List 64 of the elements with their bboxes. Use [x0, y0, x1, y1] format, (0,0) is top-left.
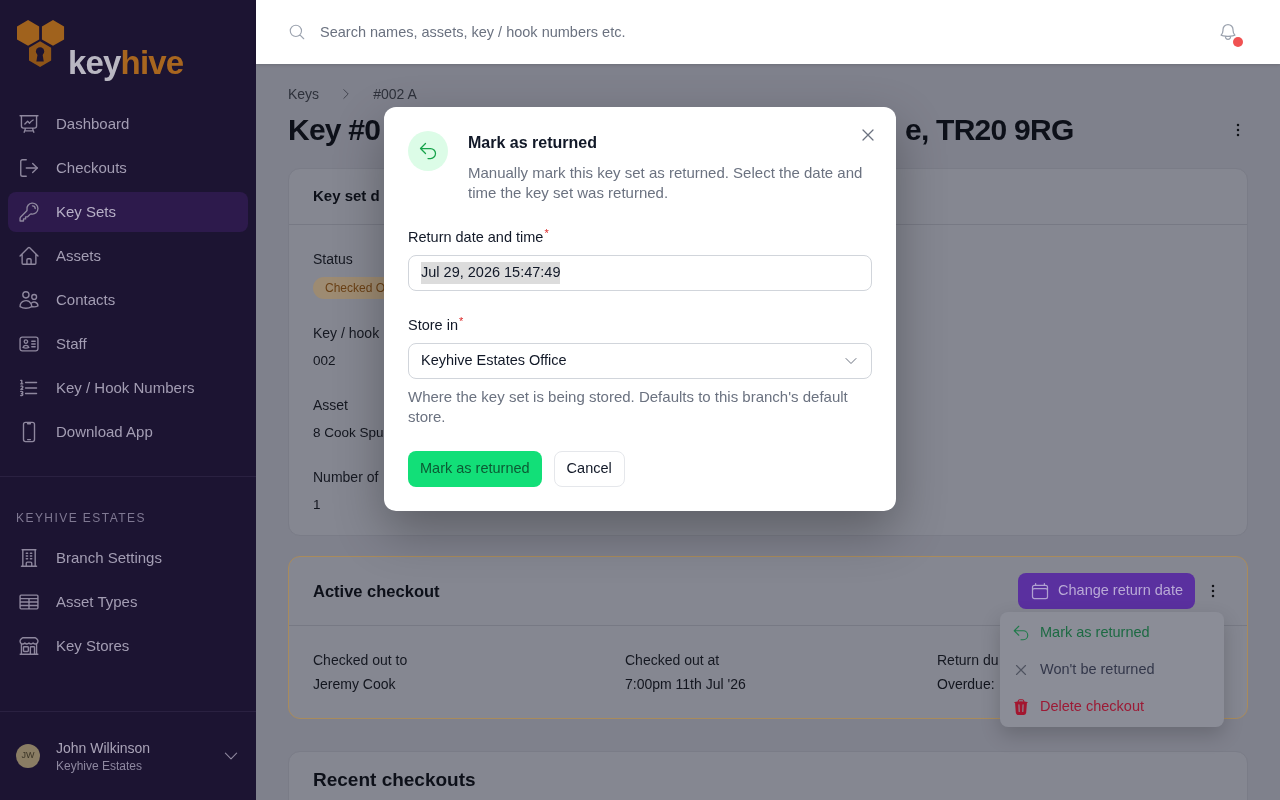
- field-value: 002: [313, 352, 336, 370]
- required-mark: *: [459, 315, 464, 327]
- user-organisation: Keyhive Estates: [56, 758, 144, 774]
- calendar-icon: [1030, 581, 1051, 601]
- key-icon: [18, 201, 40, 223]
- field-value: 7:00pm 11th Jul '26: [625, 675, 746, 694]
- nav-item[interactable]: Key Sets: [8, 192, 248, 232]
- field-label: Store in: [408, 316, 458, 335]
- building-icon: [18, 547, 40, 569]
- field-value: Jeremy Cook: [313, 675, 396, 694]
- confirm-button[interactable]: Mark as returned: [408, 451, 542, 487]
- modal-description: Manually mark this key set as returned. Select the date and time the key set was returned.: [468, 163, 864, 203]
- numbered-list-icon: [18, 377, 40, 399]
- field-value: 1: [313, 496, 321, 514]
- field-label: Number of: [313, 468, 379, 487]
- card-title: Active checkout: [313, 580, 440, 602]
- required-mark: *: [544, 227, 549, 239]
- page-title: e, TR20 9RG: [905, 112, 1074, 148]
- store-select[interactable]: Keyhive Estates Office: [408, 343, 872, 379]
- field-label: Return date and time: [408, 228, 544, 247]
- datetime-field[interactable]: Jul 29, 2026 15:47:49: [408, 255, 872, 291]
- nav-item[interactable]: Contacts: [8, 280, 248, 320]
- nav-item[interactable]: Key Stores: [8, 626, 248, 666]
- nav-item[interactable]: Dashboard: [8, 104, 248, 144]
- field-label: Checked out at: [625, 651, 720, 670]
- menu-item[interactable]: Won't be returned: [1000, 651, 1224, 688]
- table-icon: [18, 591, 40, 613]
- field-label: Asset: [313, 396, 348, 415]
- page-title: Key #0: [288, 112, 381, 148]
- presentation-chart-icon: [18, 113, 40, 135]
- search-icon: [288, 23, 306, 41]
- search-field[interactable]: Search names, assets, key / hook numbers etc.: [320, 14, 940, 50]
- field-label: Checked out to: [313, 651, 408, 670]
- user-name: John Wilkinson: [56, 739, 151, 758]
- field-value: Overdue:: [937, 675, 995, 694]
- help-text: Where the key set is being stored. Defaults to this branch's default store.: [408, 387, 849, 427]
- id-card-icon: [18, 333, 40, 355]
- modal-title: Mark as returned: [468, 133, 597, 153]
- field-label: Status: [313, 250, 353, 269]
- nav-item[interactable]: Staff: [8, 324, 248, 364]
- section-heading: KEYHIVE ESTATES: [15, 510, 147, 526]
- hexagon-keyhole-logo-icon: [16, 20, 66, 68]
- house-icon: [18, 245, 40, 267]
- change-return-date-button[interactable]: Change return date: [1018, 573, 1195, 609]
- trash-icon: [1012, 697, 1030, 716]
- nav-item[interactable]: Key / Hook Numbers: [8, 368, 248, 408]
- user-avatar: JW: [16, 744, 40, 768]
- card-title: Key set d: [313, 186, 380, 207]
- nav-item[interactable]: Download App: [8, 412, 248, 452]
- users-icon: [18, 289, 40, 311]
- nav-item[interactable]: Checkouts: [8, 148, 248, 188]
- nav-item[interactable]: Assets: [8, 236, 248, 276]
- storefront-icon: [18, 635, 40, 657]
- field-label: Key / hook: [313, 324, 380, 343]
- breadcrumb-link[interactable]: Keys: [288, 83, 320, 105]
- nav-item[interactable]: Asset Types: [8, 582, 248, 622]
- card-title: Recent checkouts: [313, 768, 477, 792]
- cancel-button[interactable]: Cancel: [553, 451, 625, 487]
- return-arrow-icon: [1012, 623, 1030, 642]
- field-label: Return du: [937, 651, 999, 670]
- notification-bell-icon[interactable]: [1218, 22, 1238, 42]
- field-value: 8 Cook Spu: [313, 424, 384, 442]
- nav-item[interactable]: Branch Settings: [8, 538, 248, 578]
- logo-text: keyhive: [68, 46, 184, 80]
